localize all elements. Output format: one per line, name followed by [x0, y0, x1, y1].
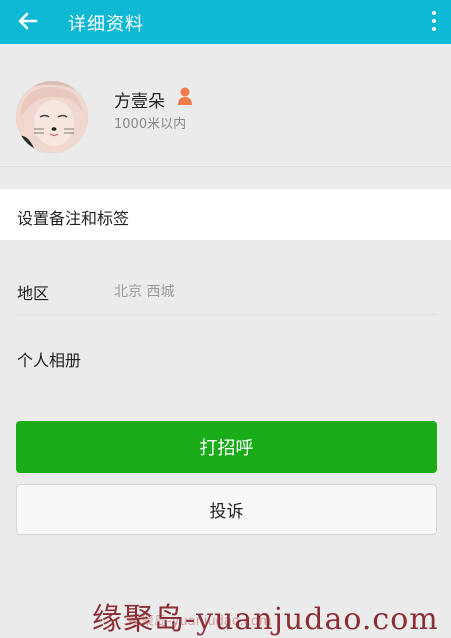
profile-name: 方壹朵 [114, 92, 165, 112]
greet-button[interactable]: 打招呼 [16, 421, 437, 473]
arrow-left-icon[interactable] [14, 7, 42, 35]
avatar-image [16, 81, 88, 153]
report-button[interactable]: 投诉 [16, 484, 437, 535]
female-icon [178, 87, 192, 105]
avatar[interactable] [16, 81, 88, 153]
distance-text: 1000米以内 [114, 117, 187, 132]
set-remark-label: 设置备注和标签 [17, 209, 130, 228]
region-value: 北京 西城 [114, 284, 175, 300]
set-remark-row[interactable]: 设置备注和标签 [0, 189, 451, 240]
divider [0, 166, 451, 167]
page-title: 详细资料 [68, 14, 144, 35]
profile-section: 方壹朵 1000米以内 [0, 66, 451, 166]
region-label: 地区 [17, 284, 50, 303]
divider [17, 314, 437, 315]
more-vertical-icon[interactable] [429, 8, 439, 36]
watermark: 缘聚岛-yuanjudao.com [92, 602, 439, 637]
personal-album-label[interactable]: 个人相册 [17, 347, 81, 371]
top-bar: 详细资料 [0, 0, 451, 44]
